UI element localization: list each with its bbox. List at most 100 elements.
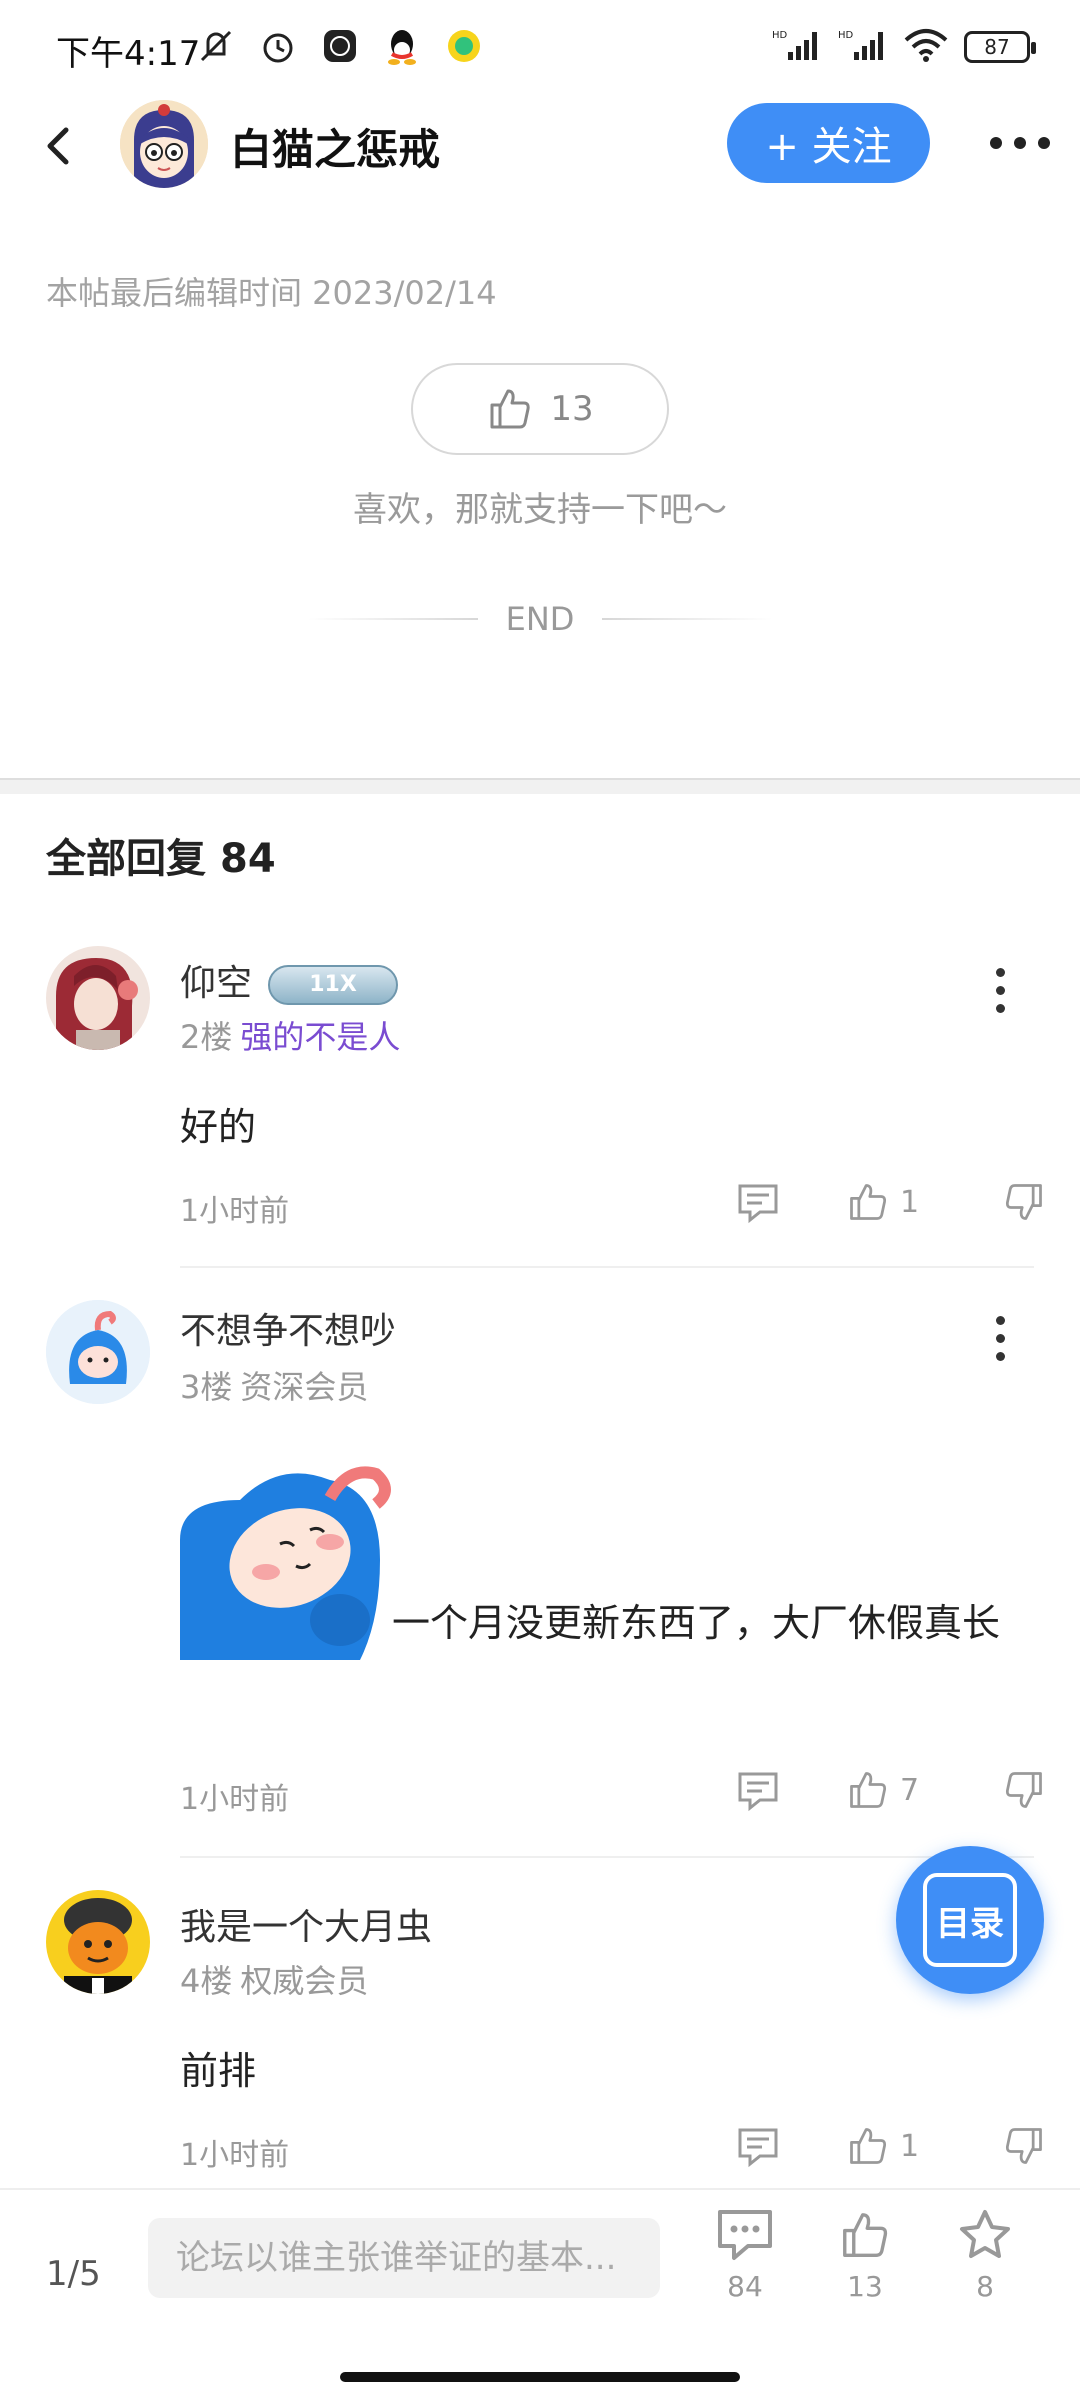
post-like-count: 13 [550,389,594,429]
reply-like-button[interactable]: 7 [826,1768,976,1812]
reply-avatar[interactable] [46,1890,150,1994]
post-header: 白猫之惩戒 + 关注 [0,96,1080,192]
reply-dislike-button[interactable] [976,2124,1046,2168]
reply-dislike-button[interactable] [976,1768,1046,1812]
end-marker: END [0,600,1080,638]
clock-app-icon [320,26,360,66]
reply-floor: 4楼 [180,1962,233,2000]
author-avatar[interactable] [120,100,208,188]
reply-floor: 3楼 [180,1368,233,1406]
status-system-icons: HD HD 87 [772,28,1036,66]
reply-avatar[interactable] [46,1300,150,1404]
more-dot [1038,137,1050,149]
signal-hd-2-icon: HD [838,28,888,66]
svg-text:HD: HD [772,30,788,41]
reply-author[interactable]: 仰空 11X [180,954,399,1006]
reply-comment-button[interactable] [736,1768,826,1812]
kebab-dot [995,1333,1005,1343]
thumbs-up-icon [850,1184,887,1220]
reply-like-count: 1 [900,1184,920,1220]
reply-separator [180,1856,1034,1858]
reply-more-button[interactable] [980,960,1020,1020]
back-button[interactable] [30,116,90,176]
reply-author-name[interactable]: 我是一个大月虫 [180,1898,432,1950]
comment-dots-icon [718,2210,772,2260]
replies-count: 84 [220,836,276,882]
reply-user-tag: 强的不是人 [240,1018,401,1056]
qq-icon [382,26,422,66]
reply-like-count: 7 [900,1772,920,1808]
comment-icon [738,1184,778,1224]
page-indicator[interactable]: 1/5 [46,2254,101,2294]
support-prompt: 喜欢，那就支持一下吧～ [353,490,727,530]
thumbs-up-icon [850,2128,887,2164]
like-button[interactable]: 13 [820,2208,910,2303]
end-text: END [505,600,575,638]
battery-indicator: 87 [964,31,1036,63]
favorites-count: 8 [976,2270,994,2303]
kebab-dot [995,967,1005,977]
reply-like-button[interactable]: 1 [826,1180,976,1224]
replies-title: 全部回复 [46,836,206,882]
home-indicator[interactable] [340,2372,740,2382]
likes-count: 13 [847,2270,883,2303]
bottom-action-bar: 1/5 论坛以谁主张谁举证的基本... 84 13 8 [0,2188,1080,2400]
author-name[interactable]: 白猫之惩戒 [230,116,440,177]
more-dot [1014,137,1026,149]
reply-actions: 7 [736,1768,1046,1812]
post-like-button[interactable]: 13 [411,363,669,455]
kebab-dot [995,985,1005,995]
kebab-dot [995,1351,1005,1361]
reply-comment-button[interactable] [736,2124,826,2168]
comments-button[interactable]: 84 [700,2208,790,2303]
replies-heading: 全部回复 84 [46,826,276,884]
follow-button[interactable]: + 关注 [727,103,930,183]
thumbs-up-icon [850,1772,887,1808]
reply-input[interactable]: 论坛以谁主张谁举证的基本... [148,2218,660,2298]
alarm-icon [258,26,298,66]
kebab-dot [995,1315,1005,1325]
reply-time: 1小时前 [180,1782,290,1817]
reply-floor: 2楼 [180,1018,233,1056]
reply-user-tag: 权威会员 [240,1962,369,2000]
reply-comment-button[interactable] [736,1180,826,1224]
reply-avatar[interactable] [46,946,150,1050]
reply-meta: 3楼 资深会员 [180,1362,368,1408]
chevron-left-icon [47,127,69,165]
reply-like-count: 1 [900,2128,920,2164]
reply-body: 前排 [180,2049,257,2093]
post-edit-time: 本帖最后编辑时间 2023/02/14 [46,274,497,312]
more-options-button[interactable] [980,118,1060,168]
kebab-dot [995,1003,1005,1013]
reply-separator [180,1266,1034,1268]
reply-body: 好的 [180,1105,257,1149]
thumbs-up-icon [843,2213,888,2257]
reply-time: 1小时前 [180,1194,290,1229]
svg-text:HD: HD [838,30,854,41]
favorite-button[interactable]: 8 [940,2208,1030,2303]
end-line-right [602,618,773,620]
section-divider [0,778,1080,794]
more-dot [990,137,1002,149]
signal-hd-1-icon: HD [772,28,822,66]
status-bar: 下午4:17 HD HD 87 [0,0,1080,96]
reply-author-name[interactable]: 不想争不想吵 [180,1302,396,1354]
status-notification-icons [196,26,484,66]
reply-user-tag: 资深会员 [240,1368,369,1406]
thumbs-down-icon [1005,1184,1042,1220]
toc-label: 目录 [923,1873,1017,1967]
reply-actions: 1 [736,1180,1046,1224]
reply-meta: 4楼 权威会员 [180,1956,368,2002]
end-line-left [307,618,478,620]
reply-dislike-button[interactable] [976,1180,1046,1224]
wifi-icon [904,28,948,66]
level-badge: 11X [268,965,399,1005]
star-icon [960,2210,1010,2258]
reply-more-button[interactable] [980,1308,1020,1368]
reply-like-button[interactable]: 1 [826,2124,976,2168]
reply-body: 一个月没更新东西了，大厂休假真长 [392,1601,1001,1645]
table-of-contents-button[interactable]: 目录 [896,1846,1044,1994]
thumbs-down-icon [1005,1772,1042,1808]
mute-icon [196,26,236,66]
reply-author-name: 仰空 [180,963,253,1004]
